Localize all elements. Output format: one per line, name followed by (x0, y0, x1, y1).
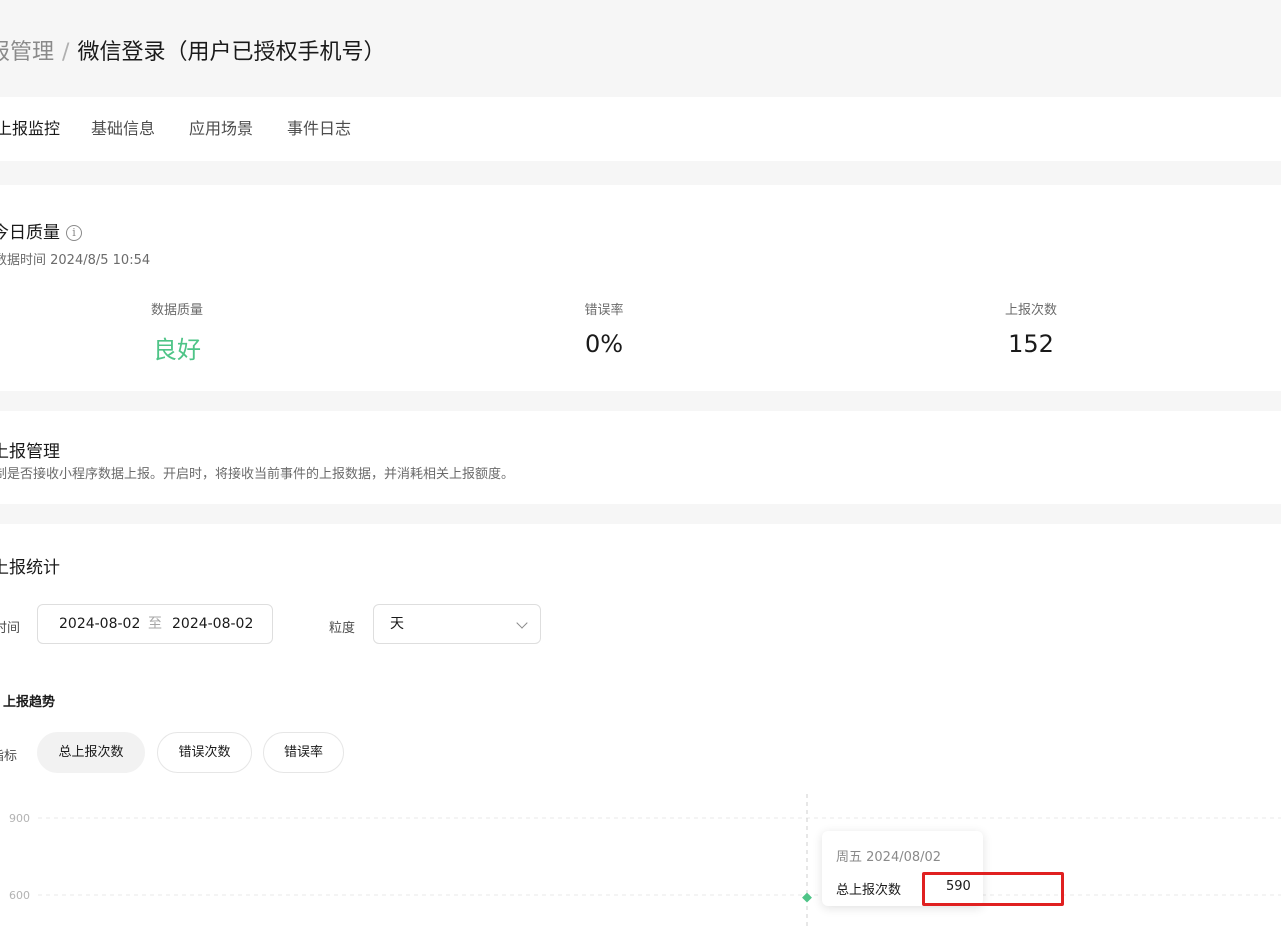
date-end: 2024-08-02 (172, 616, 254, 632)
chevron-down-icon (516, 617, 528, 629)
indicator-error-rate-button[interactable]: 错误率 (263, 732, 344, 773)
date-range-picker[interactable]: 2024-08-02 至 2024-08-02 (37, 604, 273, 644)
tooltip-date: 周五 2024/08/02 (836, 850, 942, 865)
metric-label: 数据质量 (150, 303, 203, 318)
today-quality-title: 今日质量 (0, 223, 60, 243)
report-management-description: 制是否接收小程序数据上报。开启时，将接收当前事件的上报数据，并消耗相关上报额度。 (0, 467, 515, 482)
date-start: 2024-08-02 (59, 616, 141, 632)
tab-bar: 上报监控 基础信息 应用场景 事件日志 (0, 97, 1281, 161)
highlight-box (922, 872, 1064, 906)
data-point[interactable] (802, 892, 812, 903)
metric-error-rate: 错误率 0% (504, 299, 704, 358)
report-stats-card: 上报统计 时间 2024-08-02 至 2024-08-02 粒度 天 上报趋… (0, 524, 1281, 929)
page-title: 微信登录（用户已授权手机号） (77, 40, 386, 65)
time-label: 时间 (0, 621, 21, 636)
report-stats-title: 上报统计 (0, 558, 60, 578)
trend-chart: 900 600 (9, 794, 1281, 929)
indicator-total-reports-button[interactable]: 总上报次数 (37, 732, 145, 773)
data-time: 数据时间 2024/8/5 10:54 (0, 253, 151, 268)
indicator-label: 指标 (0, 749, 18, 764)
breadcrumb-separator: / (62, 40, 70, 65)
report-management-card: 上报管理 制是否接收小程序数据上报。开启时，将接收当前事件的上报数据，并消耗相关… (0, 411, 1281, 504)
tooltip-series-label: 总上报次数 (836, 883, 902, 898)
page: 报管理 / 微信登录（用户已授权手机号） 上报监控 基础信息 应用场景 事件日志 今… (0, 0, 1281, 929)
info-icon[interactable]: i (66, 225, 82, 241)
y-tick-label: 900 (9, 812, 30, 825)
tab-basic-info[interactable]: 基础信息 (91, 97, 155, 161)
metric-label: 上报次数 (1004, 303, 1057, 318)
tab-report-monitor[interactable]: 上报监控 (0, 97, 60, 161)
granularity-label: 粒度 (329, 621, 356, 636)
today-quality-card: 今日质量 i 数据时间 2024/8/5 10:54 数据质量 良好 错误率 0%… (0, 185, 1281, 391)
y-tick-label: 600 (9, 889, 30, 902)
today-quality-title-row: 今日质量 i (0, 218, 82, 243)
breadcrumb: 报管理 / 微信登录（用户已授权手机号） (0, 34, 385, 72)
breadcrumb-parent-link[interactable]: 报管理 (0, 40, 54, 65)
metric-value: 152 (1008, 330, 1054, 358)
metric-value: 良好 (153, 336, 201, 364)
tab-scenarios[interactable]: 应用场景 (189, 97, 253, 161)
tab-event-log[interactable]: 事件日志 (287, 97, 351, 161)
report-management-title: 上报管理 (0, 442, 60, 462)
metric-data-quality: 数据质量 良好 (77, 299, 277, 365)
metric-report-count: 上报次数 152 (931, 299, 1131, 358)
metric-label: 错误率 (584, 303, 624, 318)
granularity-value: 天 (390, 616, 404, 632)
metric-value: 0% (584, 330, 624, 358)
date-range-separator: 至 (148, 616, 162, 632)
indicator-error-count-button[interactable]: 错误次数 (157, 732, 252, 773)
trend-title: 上报趋势 (3, 695, 56, 710)
granularity-select[interactable]: 天 (373, 604, 541, 644)
